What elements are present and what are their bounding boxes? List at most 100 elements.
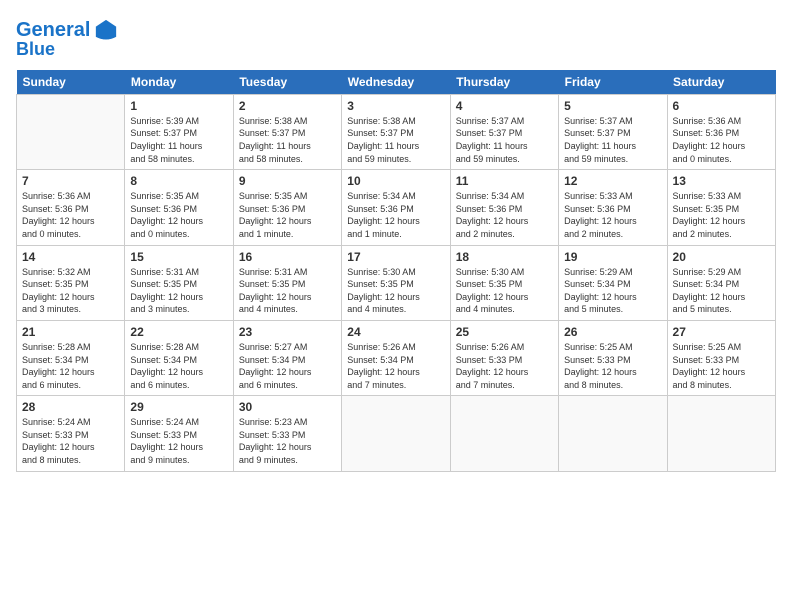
- day-number: 14: [22, 250, 119, 264]
- day-number: 10: [347, 174, 444, 188]
- calendar-cell: 12 Sunrise: 5:33 AMSunset: 5:36 PMDayligh…: [559, 170, 667, 245]
- day-info: Sunrise: 5:35 AMSunset: 5:36 PMDaylight:…: [130, 190, 227, 240]
- day-number: 25: [456, 325, 553, 339]
- day-number: 3: [347, 99, 444, 113]
- day-info: Sunrise: 5:31 AMSunset: 5:35 PMDaylight:…: [239, 266, 336, 316]
- day-info: Sunrise: 5:34 AMSunset: 5:36 PMDaylight:…: [347, 190, 444, 240]
- day-number: 16: [239, 250, 336, 264]
- day-info: Sunrise: 5:24 AMSunset: 5:33 PMDaylight:…: [130, 416, 227, 466]
- calendar-cell: 11 Sunrise: 5:34 AMSunset: 5:36 PMDayligh…: [450, 170, 558, 245]
- day-number: 27: [673, 325, 770, 339]
- day-number: 18: [456, 250, 553, 264]
- day-info: Sunrise: 5:23 AMSunset: 5:33 PMDaylight:…: [239, 416, 336, 466]
- day-number: 4: [456, 99, 553, 113]
- calendar-cell: 10 Sunrise: 5:34 AMSunset: 5:36 PMDayligh…: [342, 170, 450, 245]
- day-number: 23: [239, 325, 336, 339]
- page: General Blue Sunday Monday Tuesday Wedne…: [0, 0, 792, 612]
- day-number: 30: [239, 400, 336, 414]
- logo-icon: [92, 16, 120, 44]
- calendar-cell: [342, 396, 450, 471]
- day-number: 9: [239, 174, 336, 188]
- calendar-cell: 15 Sunrise: 5:31 AMSunset: 5:35 PMDayligh…: [125, 245, 233, 320]
- calendar-cell: 4 Sunrise: 5:37 AMSunset: 5:37 PMDaylight…: [450, 94, 558, 169]
- day-info: Sunrise: 5:30 AMSunset: 5:35 PMDaylight:…: [347, 266, 444, 316]
- calendar-cell: 17 Sunrise: 5:30 AMSunset: 5:35 PMDayligh…: [342, 245, 450, 320]
- day-info: Sunrise: 5:25 AMSunset: 5:33 PMDaylight:…: [673, 341, 770, 391]
- calendar-cell: 23 Sunrise: 5:27 AMSunset: 5:34 PMDayligh…: [233, 320, 341, 395]
- day-info: Sunrise: 5:28 AMSunset: 5:34 PMDaylight:…: [22, 341, 119, 391]
- day-number: 17: [347, 250, 444, 264]
- col-thursday: Thursday: [450, 70, 558, 95]
- calendar-cell: 7Sunrise: 5:36 AMSunset: 5:36 PMDaylight…: [17, 170, 125, 245]
- day-info: Sunrise: 5:29 AMSunset: 5:34 PMDaylight:…: [564, 266, 661, 316]
- logo-text: General: [16, 19, 90, 41]
- day-info: Sunrise: 5:33 AMSunset: 5:36 PMDaylight:…: [564, 190, 661, 240]
- day-number: 11: [456, 174, 553, 188]
- calendar-cell: 27 Sunrise: 5:25 AMSunset: 5:33 PMDayligh…: [667, 320, 775, 395]
- day-info: Sunrise: 5:30 AMSunset: 5:35 PMDaylight:…: [456, 266, 553, 316]
- day-number: 2: [239, 99, 336, 113]
- calendar-cell: [17, 94, 125, 169]
- calendar-cell: [559, 396, 667, 471]
- day-number: 5: [564, 99, 661, 113]
- day-number: 15: [130, 250, 227, 264]
- calendar-cell: 29Sunrise: 5:24 AMSunset: 5:33 PMDayligh…: [125, 396, 233, 471]
- day-number: 22: [130, 325, 227, 339]
- day-info: Sunrise: 5:38 AMSunset: 5:37 PMDaylight:…: [347, 115, 444, 165]
- day-info: Sunrise: 5:33 AMSunset: 5:35 PMDaylight:…: [673, 190, 770, 240]
- calendar-cell: 2 Sunrise: 5:38 AMSunset: 5:37 PMDaylight…: [233, 94, 341, 169]
- calendar-cell: 14 Sunrise: 5:32 AMSunset: 5:35 PMDayligh…: [17, 245, 125, 320]
- calendar-cell: 8 Sunrise: 5:35 AMSunset: 5:36 PMDaylight…: [125, 170, 233, 245]
- day-info: Sunrise: 5:28 AMSunset: 5:34 PMDaylight:…: [130, 341, 227, 391]
- day-info: Sunrise: 5:29 AMSunset: 5:34 PMDaylight:…: [673, 266, 770, 316]
- calendar-cell: 5 Sunrise: 5:37 AMSunset: 5:37 PMDaylight…: [559, 94, 667, 169]
- day-info: Sunrise: 5:34 AMSunset: 5:36 PMDaylight:…: [456, 190, 553, 240]
- calendar-cell: 25 Sunrise: 5:26 AMSunset: 5:33 PMDayligh…: [450, 320, 558, 395]
- day-info: Sunrise: 5:24 AMSunset: 5:33 PMDaylight:…: [22, 416, 119, 466]
- day-info: Sunrise: 5:31 AMSunset: 5:35 PMDaylight:…: [130, 266, 227, 316]
- day-number: 28: [22, 400, 119, 414]
- day-info: Sunrise: 5:27 AMSunset: 5:34 PMDaylight:…: [239, 341, 336, 391]
- day-info: Sunrise: 5:38 AMSunset: 5:37 PMDaylight:…: [239, 115, 336, 165]
- day-info: Sunrise: 5:37 AMSunset: 5:37 PMDaylight:…: [456, 115, 553, 165]
- calendar-cell: 20 Sunrise: 5:29 AMSunset: 5:34 PMDayligh…: [667, 245, 775, 320]
- day-number: 13: [673, 174, 770, 188]
- calendar-cell: 28 Sunrise: 5:24 AMSunset: 5:33 PMDayligh…: [17, 396, 125, 471]
- calendar-cell: 1 Sunrise: 5:39 AMSunset: 5:37 PMDaylight…: [125, 94, 233, 169]
- day-info: Sunrise: 5:36 AMSunset: 5:36 PMDaylight:…: [673, 115, 770, 165]
- day-info: Sunrise: 5:32 AMSunset: 5:35 PMDaylight:…: [22, 266, 119, 316]
- col-monday: Monday: [125, 70, 233, 95]
- day-info: Sunrise: 5:37 AMSunset: 5:37 PMDaylight:…: [564, 115, 661, 165]
- calendar-cell: 24 Sunrise: 5:26 AMSunset: 5:34 PMDayligh…: [342, 320, 450, 395]
- calendar-cell: 9Sunrise: 5:35 AMSunset: 5:36 PMDaylight…: [233, 170, 341, 245]
- calendar-cell: 26Sunrise: 5:25 AMSunset: 5:33 PMDayligh…: [559, 320, 667, 395]
- calendar-cell: 30 Sunrise: 5:23 AMSunset: 5:33 PMDayligh…: [233, 396, 341, 471]
- header: General Blue: [16, 16, 776, 60]
- calendar-cell: 16 Sunrise: 5:31 AMSunset: 5:35 PMDayligh…: [233, 245, 341, 320]
- day-info: Sunrise: 5:39 AMSunset: 5:37 PMDaylight:…: [130, 115, 227, 165]
- calendar-cell: [667, 396, 775, 471]
- day-number: 19: [564, 250, 661, 264]
- col-sunday: Sunday: [17, 70, 125, 95]
- calendar-header-row: Sunday Monday Tuesday Wednesday Thursday…: [17, 70, 776, 95]
- day-number: 24: [347, 325, 444, 339]
- day-info: Sunrise: 5:25 AMSunset: 5:33 PMDaylight:…: [564, 341, 661, 391]
- day-number: 8: [130, 174, 227, 188]
- calendar-cell: [450, 396, 558, 471]
- calendar: Sunday Monday Tuesday Wednesday Thursday…: [16, 70, 776, 472]
- col-wednesday: Wednesday: [342, 70, 450, 95]
- calendar-cell: 22 Sunrise: 5:28 AMSunset: 5:34 PMDayligh…: [125, 320, 233, 395]
- day-number: 1: [130, 99, 227, 113]
- calendar-cell: 6 Sunrise: 5:36 AMSunset: 5:36 PMDaylight…: [667, 94, 775, 169]
- col-tuesday: Tuesday: [233, 70, 341, 95]
- day-number: 20: [673, 250, 770, 264]
- calendar-cell: 21 Sunrise: 5:28 AMSunset: 5:34 PMDayligh…: [17, 320, 125, 395]
- calendar-cell: 18 Sunrise: 5:30 AMSunset: 5:35 PMDayligh…: [450, 245, 558, 320]
- col-saturday: Saturday: [667, 70, 775, 95]
- day-info: Sunrise: 5:26 AMSunset: 5:34 PMDaylight:…: [347, 341, 444, 391]
- day-number: 6: [673, 99, 770, 113]
- col-friday: Friday: [559, 70, 667, 95]
- day-number: 21: [22, 325, 119, 339]
- day-number: 12: [564, 174, 661, 188]
- day-info: Sunrise: 5:26 AMSunset: 5:33 PMDaylight:…: [456, 341, 553, 391]
